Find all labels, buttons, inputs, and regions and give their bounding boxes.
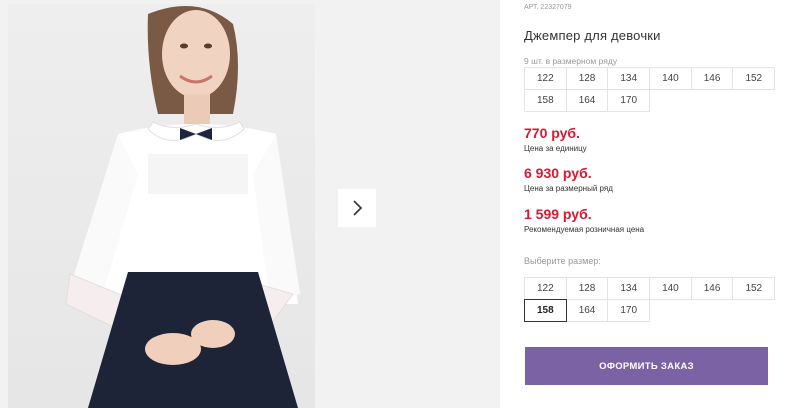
rrp-price-label: Рекомендуемая розничная цена	[524, 225, 645, 234]
unit-price-label: Цена за единицу	[524, 144, 587, 153]
size-selector: 122 128 134 140 146 152 158 164 170	[524, 277, 776, 322]
pack-size-cell: 164	[565, 89, 609, 112]
article-value: 22327079	[540, 4, 572, 11]
size-option-134[interactable]: 134	[607, 277, 651, 300]
pack-size-cell: 158	[524, 89, 567, 112]
girl-in-white-jumper-image	[65, 6, 300, 408]
size-option-140[interactable]: 140	[649, 277, 692, 300]
size-option-158[interactable]: 158	[524, 299, 567, 322]
choose-size-label: Выберите размер:	[524, 256, 601, 266]
product-title: Джемпер для девочки	[524, 28, 661, 43]
size-option-146[interactable]: 146	[690, 277, 734, 300]
pack-sizes-grid: 122 128 134 140 146 152 158 164 170	[524, 67, 776, 112]
next-image-button[interactable]	[338, 189, 376, 227]
size-option-128[interactable]: 128	[565, 277, 609, 300]
row-price: 6 930 руб.	[524, 165, 592, 181]
size-option-170[interactable]: 170	[607, 299, 651, 322]
size-option-164[interactable]: 164	[565, 299, 609, 322]
article-label: АРТ.	[524, 4, 539, 11]
size-option-122[interactable]: 122	[524, 277, 567, 300]
pack-note: 9 шт. в размерном ряду	[524, 56, 618, 66]
size-option-152[interactable]: 152	[732, 277, 776, 300]
product-gallery	[0, 0, 500, 408]
pack-size-cell: 128	[565, 67, 609, 90]
product-info: АРТ. 22327079 Джемпер для девочки 9 шт. …	[524, 0, 784, 408]
product-photo	[8, 4, 315, 408]
row-price-label: Цена за размерный ряд	[524, 184, 613, 193]
pack-size-cell: 152	[732, 67, 776, 90]
pack-size-cell: 122	[524, 67, 567, 90]
article-number: АРТ. 22327079	[524, 4, 572, 11]
chevron-right-icon	[353, 200, 363, 216]
pack-size-cell: 134	[607, 67, 651, 90]
unit-price: 770 руб.	[524, 125, 580, 141]
pack-size-cell: 146	[690, 67, 734, 90]
place-order-button[interactable]: ОФОРМИТЬ ЗАКАЗ	[525, 347, 768, 385]
pack-size-cell: 140	[649, 67, 692, 90]
pack-size-cell: 170	[607, 89, 651, 112]
rrp-price: 1 599 руб.	[524, 206, 592, 222]
